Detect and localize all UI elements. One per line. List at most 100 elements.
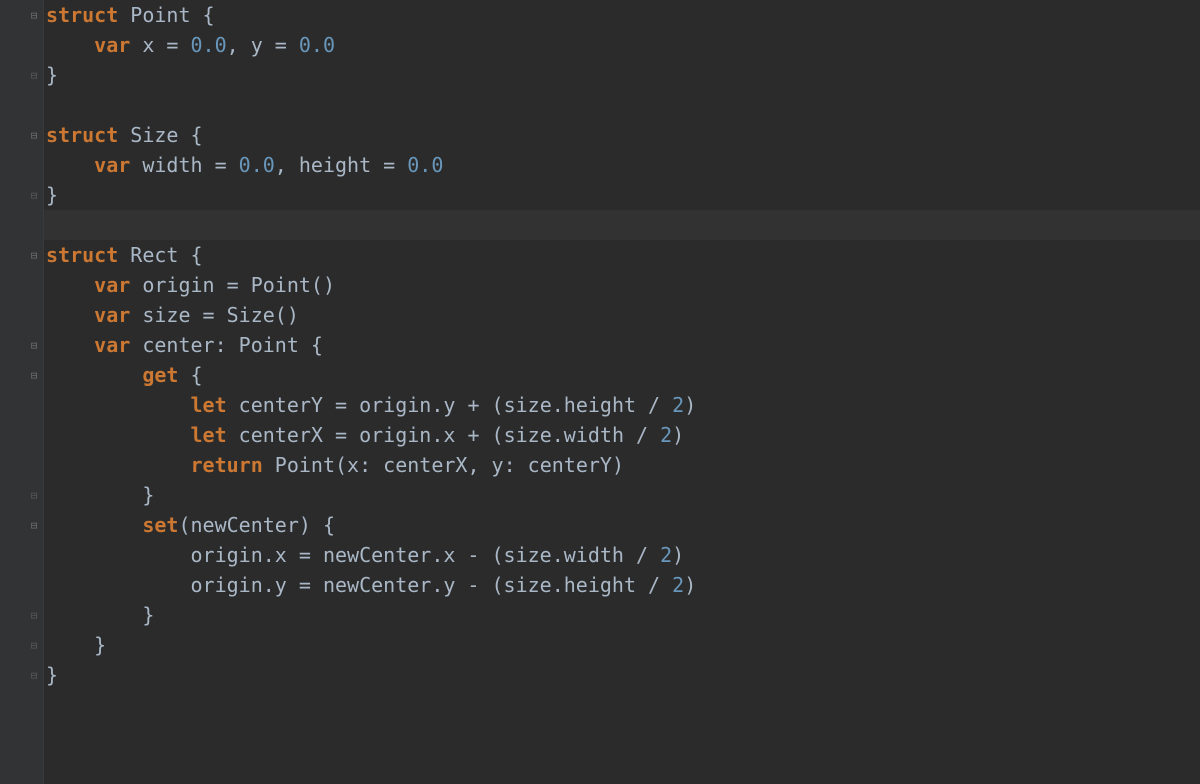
gutter-row [0,510,43,540]
gutter-row [0,150,43,180]
code-token: 0.0 [299,33,335,57]
code-token [46,333,94,357]
fold-open-icon[interactable] [27,8,41,22]
gutter-row [0,420,43,450]
code-token: , y = [227,33,299,57]
code-token: origin = Point() [130,273,335,297]
code-line[interactable]: } [44,630,1200,660]
code-line[interactable]: } [44,660,1200,690]
code-line[interactable]: var x = 0.0, y = 0.0 [44,30,1200,60]
gutter-row [0,270,43,300]
code-token: 0.0 [239,153,275,177]
gutter-row [0,240,43,270]
code-token: 2 [660,423,672,447]
code-line[interactable]: struct Point { [44,0,1200,30]
code-token: ) [684,573,696,597]
fold-open-icon[interactable] [27,368,41,382]
code-token: Size { [118,123,202,147]
code-token [46,153,94,177]
fold-close-icon[interactable] [27,608,41,622]
gutter-row [0,0,43,30]
code-line[interactable]: origin.x = newCenter.x - (size.width / 2… [44,540,1200,570]
fold-open-icon[interactable] [27,338,41,352]
code-token: ) [684,393,696,417]
code-editor[interactable]: struct Point { var x = 0.0, y = 0.0} stru… [0,0,1200,784]
code-token: struct [46,3,118,27]
gutter-row [0,300,43,330]
code-token [46,453,191,477]
code-line[interactable] [44,210,1200,240]
code-line[interactable]: struct Size { [44,120,1200,150]
code-token: (newCenter) { [178,513,335,537]
fold-open-icon[interactable] [27,128,41,142]
code-token: centerX = origin.x + (size.width / [227,423,660,447]
code-token: center: Point { [130,333,323,357]
code-token: set [142,513,178,537]
fold-close-icon[interactable] [27,488,41,502]
gutter-row [0,600,43,630]
code-token: ) [672,543,684,567]
code-token: origin.x = newCenter.x - (size.width / [46,543,660,567]
gutter-row [0,90,43,120]
code-line[interactable]: return Point(x: centerX, y: centerY) [44,450,1200,480]
gutter-row [0,120,43,150]
gutter-row [0,480,43,510]
code-token: get [142,363,178,387]
gutter-row [0,570,43,600]
code-token: 0.0 [407,153,443,177]
code-line[interactable]: let centerX = origin.x + (size.width / 2… [44,420,1200,450]
code-token: 2 [672,393,684,417]
code-token [46,273,94,297]
code-token: 0.0 [191,33,227,57]
code-line[interactable]: get { [44,360,1200,390]
code-token: var [94,273,130,297]
fold-open-icon[interactable] [27,518,41,532]
fold-open-icon[interactable] [27,248,41,262]
code-token: } [46,603,154,627]
fold-close-icon[interactable] [27,638,41,652]
code-line[interactable]: var size = Size() [44,300,1200,330]
code-token: Rect { [118,243,202,267]
gutter-row [0,60,43,90]
code-token: var [94,333,130,357]
code-area[interactable]: struct Point { var x = 0.0, y = 0.0} stru… [44,0,1200,784]
fold-close-icon[interactable] [27,68,41,82]
code-token [46,513,142,537]
code-line[interactable]: } [44,180,1200,210]
code-token [46,303,94,327]
code-line[interactable]: } [44,480,1200,510]
fold-close-icon[interactable] [27,188,41,202]
code-line[interactable]: } [44,60,1200,90]
code-token [46,393,191,417]
fold-close-icon[interactable] [27,668,41,682]
code-token: return [191,453,263,477]
code-token: var [94,33,130,57]
code-token: Point { [118,3,214,27]
gutter-row [0,450,43,480]
gutter-row [0,660,43,690]
code-line[interactable]: origin.y = newCenter.y - (size.height / … [44,570,1200,600]
code-token: } [46,663,58,687]
code-token: { [178,363,202,387]
code-token: } [46,183,58,207]
code-token: Point(x: centerX, y: centerY) [263,453,624,477]
gutter-row [0,180,43,210]
code-token: size = Size() [130,303,299,327]
gutter [0,0,44,784]
code-line[interactable]: var center: Point { [44,330,1200,360]
code-line[interactable]: var width = 0.0, height = 0.0 [44,150,1200,180]
code-token [46,363,142,387]
gutter-row [0,630,43,660]
code-line[interactable]: struct Rect { [44,240,1200,270]
code-line[interactable]: } [44,600,1200,630]
gutter-row [0,390,43,420]
gutter-row [0,30,43,60]
code-line[interactable]: var origin = Point() [44,270,1200,300]
code-line[interactable]: set(newCenter) { [44,510,1200,540]
code-token: 2 [672,573,684,597]
gutter-row [0,210,43,240]
code-line[interactable] [44,90,1200,120]
code-line[interactable]: let centerY = origin.y + (size.height / … [44,390,1200,420]
code-token: ) [672,423,684,447]
code-token [46,423,191,447]
